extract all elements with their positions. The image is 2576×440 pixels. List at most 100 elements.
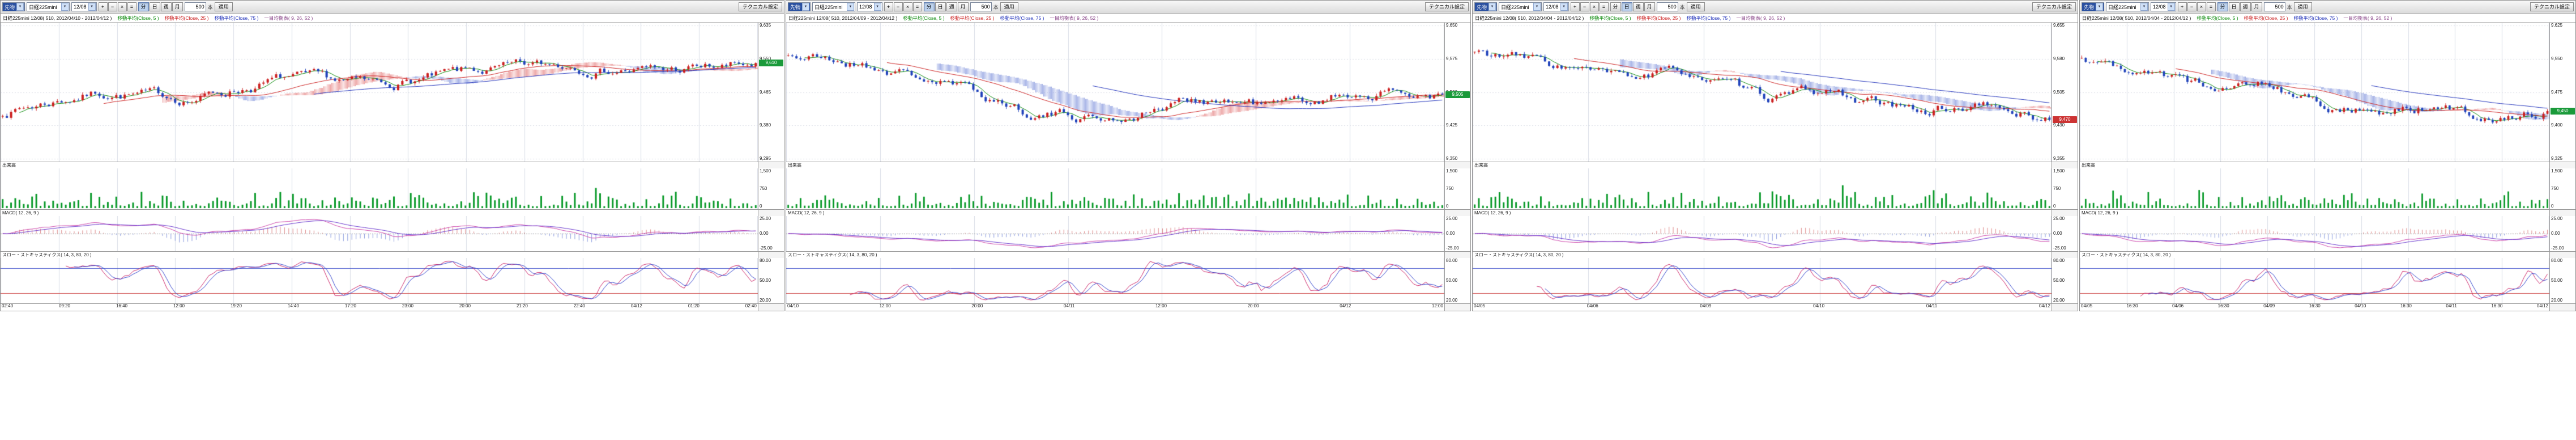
zoom-out-button[interactable]: − [2187,2,2197,11]
bar-count-input[interactable] [2264,2,2285,11]
price-chart-canvas[interactable] [786,23,1444,162]
symbol-select[interactable]: 日経225mini▼ [812,2,855,11]
price-axis: 9,4709,6559,5809,5059,4309,355 [2052,23,2078,162]
bar-count-input[interactable] [970,2,992,11]
macd-chart-canvas[interactable] [786,216,1444,251]
crosshair-button[interactable]: × [118,2,127,11]
stochastics-chart-canvas[interactable] [1473,258,2052,303]
chart-toolbar: 先物▼ 日経225mini▼ 12/08▼ +−×≡ 分日週月 本 適用 テクニ… [1,1,784,14]
stochastics-chart-canvas[interactable] [2080,258,2549,303]
zoom-in-button[interactable]: + [1571,2,1580,11]
symbol-select-value: 日経225mini [2108,3,2136,11]
chart-legend: 日経225mini 12/08( 510, 2012/04/10 - 2012/… [1,14,784,23]
technical-settings-button[interactable]: テクニカル設定 [1425,2,1469,11]
category-select[interactable]: 先物▼ [788,2,811,11]
technical-settings-button[interactable]: テクニカル設定 [2032,2,2076,11]
contract-select-value: 12/08 [859,4,872,10]
period-button-0[interactable]: 分 [924,2,935,11]
symbol-select[interactable]: 日経225mini▼ [1499,2,1542,11]
apply-button[interactable]: 適用 [215,2,233,11]
period-button-0[interactable]: 分 [1610,2,1621,11]
zoom-in-button[interactable]: + [99,2,108,11]
crosshair-button[interactable]: × [1590,2,1599,11]
price-chart-canvas[interactable] [1473,23,2052,162]
macd-tick-label: 25.00 [1446,217,1457,221]
period-button-3[interactable]: 月 [958,2,969,11]
macd-axis: 25.000.00-25.00 [2549,216,2575,251]
price-axis: 9,6109,6359,5509,4659,3809,295 [758,23,784,162]
period-button-group: 分日週月 [2217,2,2262,11]
volume-chart-canvas[interactable] [1,168,758,209]
contract-select[interactable]: 12/08▼ [2151,2,2176,11]
crosshair-button[interactable]: × [903,2,912,11]
macd-tick-label: 0.00 [2551,231,2560,236]
apply-button[interactable]: 適用 [1687,2,1705,11]
chart-legend: 日経225mini 12/08( 510, 2012/04/04 - 2012/… [2080,14,2575,23]
period-button-2[interactable]: 週 [1633,2,1644,11]
chevron-down-icon: ▼ [16,3,24,11]
grid-button[interactable]: ≡ [2207,2,2216,11]
contract-select[interactable]: 12/08▼ [1543,2,1569,11]
macd-chart-canvas[interactable] [2080,216,2549,251]
period-button-0[interactable]: 分 [138,2,149,11]
period-button-0[interactable]: 分 [2217,2,2228,11]
period-button-1[interactable]: 日 [150,2,160,11]
category-select[interactable]: 先物▼ [2082,2,2104,11]
stochastics-chart-canvas[interactable] [786,258,1444,303]
stochastics-chart-canvas[interactable] [1,258,758,303]
axis-spacer [1444,303,1470,311]
stochastics-section-label: スロー・ストキャスティクス( 14, 3, 80, 20 ) [2080,251,2549,258]
period-button-3[interactable]: 月 [1644,2,1655,11]
bar-count-input[interactable] [1657,2,1678,11]
instrument-title: 日経225mini 12/08( 510, 2012/04/04 - 2012/… [2082,15,2191,22]
macd-chart-canvas[interactable] [1,216,758,251]
crosshair-button[interactable]: × [2197,2,2206,11]
time-tick-label: 21:20 [517,304,528,311]
grid-button[interactable]: ≡ [1600,2,1609,11]
macd-tick-label: -25.00 [2551,246,2564,251]
volume-chart-canvas[interactable] [1473,168,2052,209]
technical-settings-button[interactable]: テクニカル設定 [739,2,782,11]
price-chart-canvas[interactable] [1,23,758,162]
period-button-3[interactable]: 月 [2251,2,2262,11]
price-tick-label: 9,650 [1446,23,1457,28]
stochastics-tick-label: 20.00 [760,298,771,303]
period-button-1[interactable]: 日 [935,2,946,11]
apply-button[interactable]: 適用 [1000,2,1018,11]
time-tick-label: 04/10 [2355,304,2366,311]
symbol-select[interactable]: 日経225mini▼ [2106,2,2149,11]
period-button-1[interactable]: 日 [1622,2,1632,11]
price-chart-canvas[interactable] [2080,23,2549,162]
zoom-out-button[interactable]: − [894,2,903,11]
zoom-out-button[interactable]: − [1580,2,1589,11]
contract-select[interactable]: 12/08▼ [71,2,97,11]
apply-button[interactable]: 適用 [2294,2,2312,11]
volume-chart-canvas[interactable] [786,168,1444,209]
category-select[interactable]: 先物▼ [2,2,25,11]
volume-tick-label: 0 [2551,204,2553,209]
stochastics-chart-section [786,258,1444,303]
grid-button[interactable]: ≡ [913,2,922,11]
chart-toolbar: 先物▼ 日経225mini▼ 12/08▼ +−×≡ 分日週月 本 適用 テクニ… [2080,1,2575,14]
volume-section-label: 出来高 [786,162,1444,168]
period-button-1[interactable]: 日 [2229,2,2240,11]
macd-section-label: MACD( 12, 26, 9 ) [1473,209,2052,216]
period-button-3[interactable]: 月 [172,2,183,11]
bar-count-input[interactable] [185,2,206,11]
period-button-2[interactable]: 週 [946,2,957,11]
volume-chart-section [1473,168,2052,209]
time-tick-label: 04/05 [1474,304,1485,311]
period-button-2[interactable]: 週 [2240,2,2251,11]
technical-settings-button[interactable]: テクニカル設定 [2530,2,2574,11]
grid-button[interactable]: ≡ [127,2,137,11]
symbol-select[interactable]: 日経225mini▼ [27,2,70,11]
zoom-in-button[interactable]: + [2178,2,2187,11]
volume-chart-canvas[interactable] [2080,168,2549,209]
period-button-2[interactable]: 週 [161,2,172,11]
category-select[interactable]: 先物▼ [1474,2,1497,11]
chart-tool-buttons: +−×≡ [884,2,922,11]
macd-chart-canvas[interactable] [1473,216,2052,251]
zoom-in-button[interactable]: + [884,2,893,11]
zoom-out-button[interactable]: − [108,2,117,11]
contract-select[interactable]: 12/08▼ [857,2,882,11]
